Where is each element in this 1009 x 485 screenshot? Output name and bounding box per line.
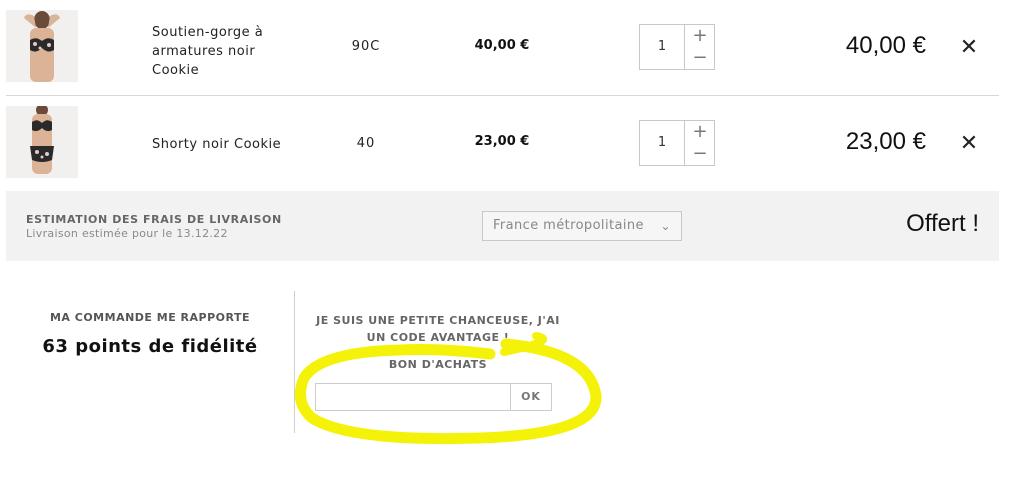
product-size: 40 bbox=[356, 136, 376, 151]
shipping-cost: Offert ! bbox=[906, 210, 979, 237]
bra-product-image[interactable] bbox=[6, 10, 78, 82]
quantity-decrease-button[interactable]: − bbox=[686, 143, 714, 165]
quantity-increase-button[interactable]: + bbox=[686, 121, 714, 143]
section-divider bbox=[294, 291, 295, 433]
line-total: 40,00 € bbox=[845, 32, 926, 59]
cart-item-row: Soutien-gorge à armatures noir Cookie 90… bbox=[6, 0, 999, 96]
quantity-stepper: 1 + − bbox=[639, 120, 715, 166]
product-name[interactable]: Shorty noir Cookie bbox=[152, 135, 292, 154]
remove-item-icon[interactable]: ✕ bbox=[958, 133, 980, 155]
promo-title: JE SUIS UNE PETITE CHANCEUSE, J'AI UN CO… bbox=[316, 314, 560, 344]
line-total: 23,00 € bbox=[845, 128, 926, 155]
lingerie-set-product-image[interactable] bbox=[6, 106, 78, 178]
product-name[interactable]: Soutien-gorge à armatures noir Cookie bbox=[152, 23, 292, 80]
shipping-estimate-panel: ESTIMATION DES FRAIS DE LIVRAISON Livrai… bbox=[6, 191, 999, 261]
unit-price: 23,00 € bbox=[474, 134, 530, 149]
quantity-stepper: 1 + − bbox=[639, 24, 715, 70]
voucher-submit-button[interactable]: OK bbox=[510, 383, 552, 411]
unit-price: 40,00 € bbox=[474, 38, 530, 53]
country-select-value: France métropolitaine bbox=[493, 218, 644, 233]
shipping-title: ESTIMATION DES FRAIS DE LIVRAISON bbox=[26, 213, 282, 226]
voucher-label: BON D'ACHATS bbox=[388, 358, 488, 371]
product-photo-shorty bbox=[6, 106, 78, 178]
chevron-down-icon: ⌄ bbox=[660, 219, 671, 233]
delivery-date: Livraison estimée pour le 13.12.22 bbox=[26, 227, 228, 240]
voucher-code-input[interactable] bbox=[315, 383, 511, 411]
quantity-increase-button[interactable]: + bbox=[686, 25, 714, 47]
cart-item-row: Shorty noir Cookie 40 23,00 € 1 + − 23,0… bbox=[6, 96, 999, 191]
loyalty-title: MA COMMANDE ME RAPPORTE bbox=[49, 311, 251, 324]
quantity-input[interactable]: 1 bbox=[640, 25, 685, 69]
quantity-decrease-button[interactable]: − bbox=[686, 47, 714, 69]
product-size: 90C bbox=[351, 39, 381, 54]
quantity-input[interactable]: 1 bbox=[640, 121, 685, 165]
remove-item-icon[interactable]: ✕ bbox=[958, 37, 980, 59]
country-select[interactable]: France métropolitaine ⌄ bbox=[482, 211, 682, 241]
loyalty-points: 63 points de fidélité bbox=[42, 336, 258, 357]
product-photo-bra bbox=[6, 10, 78, 82]
